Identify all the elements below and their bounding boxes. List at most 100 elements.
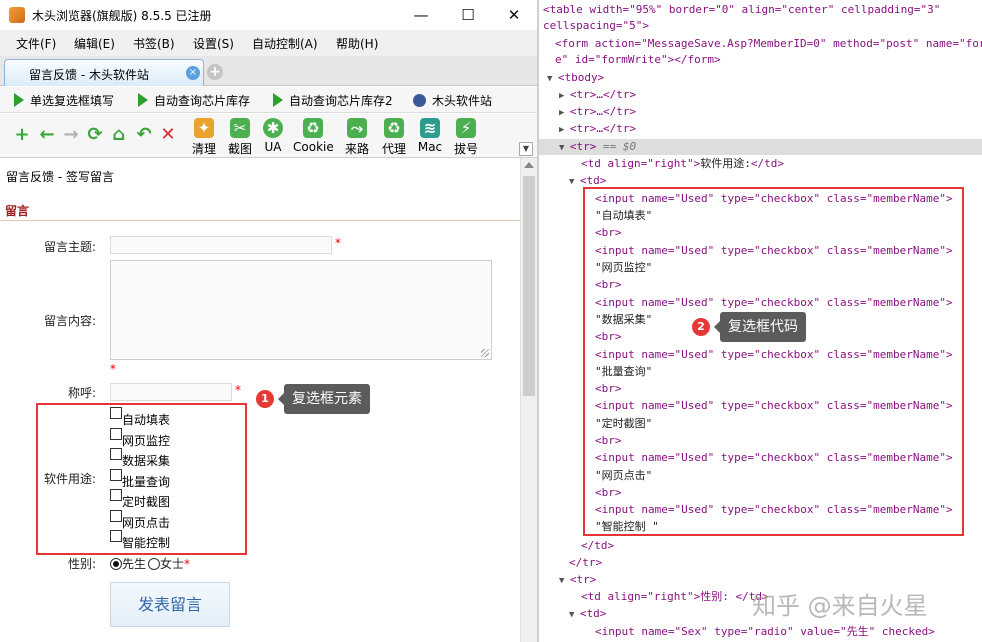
radio-label: 先生 [122,557,146,571]
bookmark-chip-stock-2[interactable]: 自动查询芯片库存2 [273,92,393,109]
resize-grip-icon[interactable] [481,349,489,357]
tool-ua-button[interactable]: ✱ UA [253,118,293,154]
recycle-icon: ♻ [303,118,323,138]
play-arrow-icon [273,93,283,107]
bookmark-bar: 单选复选框填写 自动查询芯片库存 自动查询芯片库存2 木头软件站 [0,87,537,113]
tool-cookie-button[interactable]: ♻ Cookie [293,118,333,154]
vertical-scrollbar[interactable] [520,158,537,642]
bookmark-chip-stock[interactable]: 自动查询芯片库存 [138,92,250,109]
content-label: 留言内容: [44,312,96,329]
code-line[interactable]: </td> [581,539,614,553]
code-line: <form action="MessageSave.Asp?MemberID=0… [555,37,982,51]
proxy-icon: ♻ [384,118,404,138]
highlight-box-code [583,187,964,536]
radio-mr[interactable] [110,558,122,570]
app-logo-icon [9,7,25,23]
scrollbar-thumb[interactable] [523,176,535,396]
scissors-icon: ✂ [230,118,250,138]
scroll-up-icon[interactable] [524,162,534,168]
radio-label: 女士 [160,557,184,571]
browser-window: 木头浏览器(旗舰版) 8.5.5 已注册 — ☐ ✕ 文件(F) 编辑(E) 书… [0,0,537,642]
submit-button[interactable]: 发表留言 [110,582,230,627]
tool-mac-button[interactable]: ≋ Mac [410,118,450,154]
home-icon[interactable]: ⌂ [109,125,129,145]
tree-node-tr[interactable]: ▶ <tr>…</tr> [559,105,636,120]
tree-node-tbody[interactable]: ▼ <tbody> [547,71,604,86]
broom-icon: ✦ [194,118,214,138]
tool-proxy-button[interactable]: ♻ 代理 [374,118,414,157]
tree-node-tr[interactable]: ▶ <tr>…</tr> [559,88,636,103]
callout-badge-1: 1 [256,390,274,408]
close-window-button[interactable]: ✕ [491,0,537,30]
minimize-button[interactable]: — [398,0,444,30]
highlight-box-checkboxes [36,403,247,555]
watermark: 知乎 @来自火星 [752,586,928,621]
tool-clean-button[interactable]: ✦ 清理 [184,118,224,157]
name-label: 称呼: [68,384,96,401]
subject-label: 留言主题: [44,238,96,255]
plug-icon: ⚡ [456,118,476,138]
callout-label-2: 复选框代码 [720,312,806,342]
new-tab-icon[interactable]: + [207,64,223,80]
collapse-triangle-icon[interactable]: ▶ [559,125,570,135]
tree-node-tr[interactable]: ▶ <tr>…</tr> [559,122,636,137]
expand-triangle-icon[interactable]: ▼ [559,576,570,586]
menu-help[interactable]: 帮助(H) [336,35,378,52]
menu-settings[interactable]: 设置(S) [193,35,234,52]
menu-file[interactable]: 文件(F) [16,35,56,52]
collapse-triangle-icon[interactable]: ▶ [559,91,570,101]
forward-icon[interactable]: → [61,125,81,145]
required-mark: * [184,557,190,571]
required-mark: * [110,362,116,376]
bookmark-checkbox-fill[interactable]: 单选复选框填写 [14,92,114,109]
collapse-triangle-icon[interactable]: ▶ [559,108,570,118]
menu-auto-control[interactable]: 自动控制(A) [252,35,318,52]
gender-label: 性别: [68,555,96,572]
title-bar: 木头浏览器(旗舰版) 8.5.5 已注册 — ☐ ✕ [0,0,537,30]
tab-feedback[interactable]: 留言反馈 - 木头软件站 × [4,59,204,86]
code-line[interactable]: </tr> [569,556,602,570]
content-textarea[interactable] [110,260,492,360]
add-icon[interactable]: + [12,125,32,145]
expand-triangle-icon[interactable]: ▼ [569,177,580,187]
callout-badge-2: 2 [692,318,710,336]
toolbar-overflow-icon[interactable]: ▼ [519,142,533,156]
menu-bar: 文件(F) 编辑(E) 书签(B) 设置(S) 自动控制(A) 帮助(H) [0,30,537,56]
bookmark-mutou-site[interactable]: 木头软件站 [413,92,492,109]
required-mark: * [235,383,241,397]
code-input-line[interactable]: <input name="Sex" type="radio" value="先生… [595,625,935,639]
tree-node-tr-selected[interactable]: ▼ <tr> == $0 [559,140,636,155]
name-input[interactable] [110,383,232,401]
tree-node-td[interactable]: ▼ <td> [569,607,606,622]
tree-node-tr[interactable]: ▼ <tr> [559,573,596,588]
refresh-icon[interactable]: ⟳ [85,125,105,145]
menu-edit[interactable]: 编辑(E) [74,35,115,52]
route-icon: ⤳ [347,118,367,138]
user-icon [413,94,426,107]
code-line: e" id="formWrite"></form> [555,53,721,67]
subject-input[interactable] [110,236,332,254]
radio-ms[interactable] [148,558,160,570]
maximize-button[interactable]: ☐ [445,0,491,30]
play-arrow-icon [138,93,148,107]
callout-label-1: 复选框元素 [284,384,370,414]
breadcrumb: 留言反馈 - 签写留言 [6,168,114,185]
section-divider [0,220,520,221]
code-line: cellspacing="5"> [543,19,649,33]
stop-icon[interactable]: ✕ [158,125,178,145]
tab-bar: 留言反馈 - 木头软件站 × + [0,56,537,86]
expand-triangle-icon[interactable]: ▼ [559,143,570,153]
code-line[interactable]: <td align="right">软件用途:</td> [581,157,784,171]
section-title: 留言 [5,202,29,219]
required-mark: * [335,236,341,250]
expand-triangle-icon[interactable]: ▼ [547,74,558,84]
tab-close-icon[interactable]: × [186,66,200,80]
expand-triangle-icon[interactable]: ▼ [569,610,580,620]
back-icon[interactable]: ← [37,125,57,145]
toolbar: + ← → ⟳ ⌂ ↶ ✕ ✦ 清理 ✂ 截图 ✱ UA ♻ Cookie ⤳ … [0,114,537,158]
tool-dialup-button[interactable]: ⚡ 拔号 [446,118,486,157]
code-line[interactable]: <td align="right">性别: </td> [581,590,769,604]
tool-referer-button[interactable]: ⤳ 来路 [337,118,377,157]
menu-bookmarks[interactable]: 书签(B) [133,35,175,52]
undo-icon[interactable]: ↶ [134,125,154,145]
